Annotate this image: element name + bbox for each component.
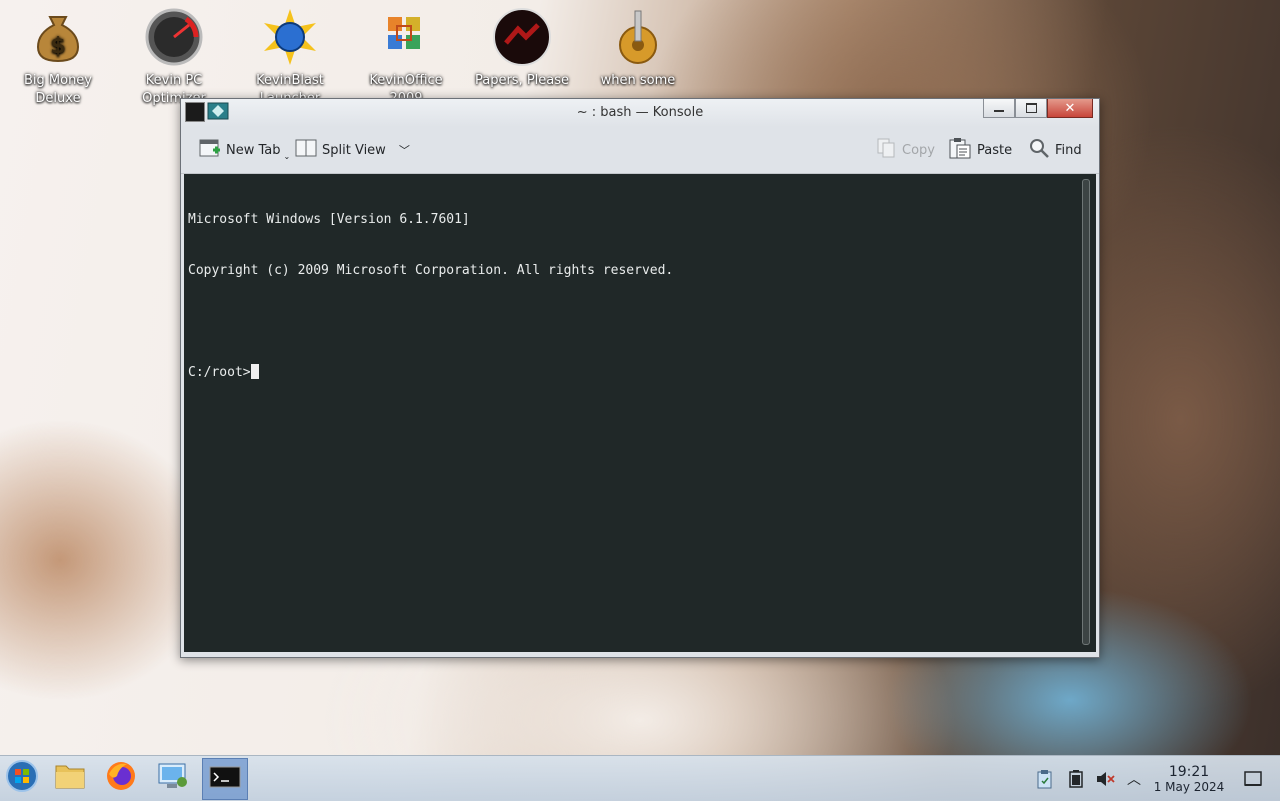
taskbar-firefox[interactable] [99, 758, 143, 798]
battery-tray-icon[interactable] [1066, 769, 1086, 789]
globe-star-icon [259, 6, 321, 68]
find-button[interactable]: Find [1028, 137, 1082, 163]
expand-tray-icon: ︿ [1127, 772, 1141, 788]
firefox-icon [105, 760, 137, 796]
control-panel-icon [157, 761, 189, 795]
money-bag-icon: $ [27, 6, 89, 68]
desktop-icon-kevin-pc-optimizer[interactable]: Kevin PC Optimizer [124, 6, 224, 108]
maximize-icon [1025, 103, 1037, 113]
terminal-line: Microsoft Windows [Version 6.1.7601] [188, 212, 470, 227]
clipboard-tray-icon[interactable] [1035, 769, 1055, 789]
close-icon: ✕ [1064, 100, 1076, 116]
clock[interactable]: 19:21 1 May 2024 [1148, 764, 1230, 795]
expand-tray-button[interactable]: ︿ [1124, 769, 1144, 789]
split-view-icon [295, 138, 317, 162]
copy-button[interactable]: Copy [875, 137, 935, 163]
terminal-cursor [250, 364, 259, 379]
split-view-label: Split View [322, 142, 386, 158]
terminal-scrollbar[interactable] [1082, 179, 1090, 645]
find-label: Find [1055, 142, 1082, 158]
konsole-toolbar: New Tab ⌄ Split View ﹀ Copy Paste Find [181, 127, 1099, 174]
clipboard-icon [1037, 770, 1052, 789]
papers-please-icon [491, 6, 553, 68]
desktop-icon-kevinoffice-2009[interactable]: KevinOffice 2009 [356, 6, 456, 108]
start-orb-icon [5, 759, 39, 797]
file-manager-icon [54, 762, 86, 794]
svg-text:$: $ [50, 34, 65, 59]
terminal-area[interactable]: Microsoft Windows [Version 6.1.7601] Cop… [184, 174, 1096, 652]
paste-label: Paste [977, 142, 1013, 158]
desktop-icon-papers-please[interactable]: Papers, Please [472, 6, 572, 90]
taskbar-control-panel[interactable] [151, 758, 195, 798]
maximize-button[interactable] [1015, 99, 1047, 118]
paste-icon [948, 136, 972, 164]
desktop-icon-kevinblast-launcher[interactable]: KevinBlast Launcher [240, 6, 340, 108]
split-view-button[interactable]: Split View ﹀ [295, 137, 410, 163]
konsole-icon [209, 766, 241, 792]
new-tab-label: New Tab [226, 142, 281, 158]
terminal-prompt-line: C:/root> [188, 364, 673, 381]
battery-icon [1069, 770, 1083, 788]
terminal-line: Copyright (c) 2009 Microsoft Corporation… [188, 263, 674, 278]
new-tab-button[interactable]: New Tab ⌄ [199, 137, 290, 163]
show-desktop-icon [1244, 771, 1262, 786]
terminal-prompt: C:/root> [188, 365, 251, 380]
search-icon [1028, 137, 1050, 163]
desktop-icon-label: Papers, Please [474, 73, 570, 88]
chevron-down-icon[interactable]: ﹀ [399, 142, 410, 158]
office-icon [375, 6, 437, 68]
minimize-icon [994, 110, 1004, 112]
taskbar-file-manager[interactable] [48, 758, 92, 798]
clock-date: 1 May 2024 [1153, 780, 1225, 794]
speedometer-icon [143, 6, 205, 68]
desktop-icon-big-money-deluxe[interactable]: $ Big Money Deluxe [8, 6, 108, 108]
desktop-icon-when-some[interactable]: when some [588, 6, 688, 90]
clock-time: 19:21 [1168, 764, 1210, 780]
taskbar-konsole[interactable] [202, 758, 248, 800]
copy-label: Copy [902, 142, 935, 158]
chevron-down-icon: ⌄ [283, 151, 291, 161]
close-button[interactable]: ✕ [1047, 99, 1093, 118]
new-tab-icon [199, 137, 221, 163]
desktop-icon-label: Big Money Deluxe [23, 73, 92, 106]
start-button[interactable] [0, 758, 44, 798]
show-desktop-button[interactable] [1243, 769, 1263, 789]
minimize-button[interactable] [983, 99, 1015, 118]
volume-muted-icon [1097, 772, 1115, 786]
taskbar: ︿ 19:21 1 May 2024 [0, 755, 1280, 801]
gear-lever-icon [607, 6, 669, 68]
titlebar[interactable]: ~ : bash — Konsole ✕ [181, 99, 1099, 127]
window-title: ~ : bash — Konsole [576, 105, 704, 120]
volume-tray-icon[interactable] [1095, 769, 1115, 789]
desktop-icon-label: when some [600, 73, 676, 88]
paste-button[interactable]: Paste [948, 137, 1012, 163]
copy-icon [875, 137, 897, 163]
konsole-window: ~ : bash — Konsole ✕ New Tab ⌄ Split Vie… [180, 98, 1100, 658]
